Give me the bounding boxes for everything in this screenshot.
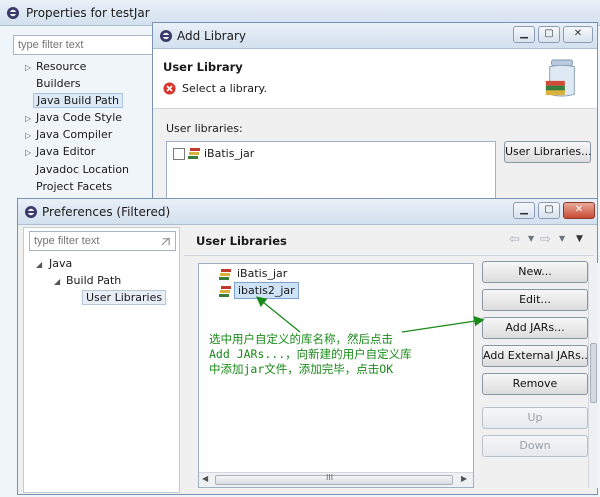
annotation-line-2: Add JARs...，向新建的用户自定义库: [209, 347, 412, 361]
collapse-triangle-icon[interactable]: ◢: [54, 277, 60, 286]
collapse-triangle-icon[interactable]: ◢: [36, 260, 42, 269]
down-button[interactable]: Down: [482, 435, 588, 457]
maximize-button[interactable]: ▢: [538, 202, 560, 219]
library-icon: [219, 269, 231, 280]
expand-triangle-icon[interactable]: ▷: [25, 114, 31, 123]
library-icon: [219, 286, 231, 297]
annotation-line-1: 选中用户自定义的库名称，然后点击: [209, 332, 393, 346]
horizontal-scrollbar[interactable]: ◀ III ▶: [199, 472, 473, 487]
minimize-button[interactable]: ▁: [513, 26, 535, 43]
tree-item-java-compiler[interactable]: Java Compiler: [36, 128, 112, 141]
view-menu-icon[interactable]: ▼: [576, 234, 583, 244]
eclipse-icon: [7, 7, 19, 19]
eclipse-icon: [25, 206, 37, 218]
preferences-left-pane: ◢ Java ◢ Build Path User Libraries: [23, 227, 180, 493]
eclipse-icon: [160, 30, 172, 42]
remove-button[interactable]: Remove: [482, 373, 588, 395]
header-divider: [184, 255, 594, 256]
vertical-scrollbar[interactable]: [588, 263, 598, 488]
user-libraries-label: User libraries:: [166, 122, 243, 135]
status-message: Select a library.: [182, 82, 267, 95]
tree-item-java[interactable]: Java: [49, 257, 72, 270]
close-button[interactable]: ✕: [563, 26, 593, 43]
section-title: User Library: [163, 60, 243, 74]
close-button[interactable]: ✕: [563, 202, 595, 219]
properties-filter-input[interactable]: [13, 35, 163, 55]
vertical-scroll-thumb[interactable]: [590, 343, 597, 403]
tree-item-java-editor[interactable]: Java Editor: [36, 145, 95, 158]
preferences-filter-input[interactable]: [29, 231, 176, 251]
forward-dropdown-icon[interactable]: ▼: [559, 234, 565, 243]
minimize-button[interactable]: ▁: [513, 202, 535, 219]
tree-item-builders[interactable]: Builders: [36, 77, 81, 90]
new-button[interactable]: New...: [482, 261, 588, 283]
back-arrow-icon[interactable]: ⇦: [509, 232, 520, 247]
add-library-dialog: Add Library ▁ ▢ ✕ User Library Select a …: [152, 22, 598, 207]
up-button[interactable]: Up: [482, 407, 588, 429]
properties-tree: ▷ Resource Builders Java Build Path ▷ Ja…: [8, 58, 153, 198]
scroll-left-arrow-icon[interactable]: ◀: [202, 474, 208, 483]
user-libraries-button[interactable]: User Libraries...: [504, 141, 592, 163]
page-title: User Libraries: [196, 234, 287, 248]
properties-title: Properties for testJar: [26, 6, 150, 20]
library-item-label[interactable]: iBatis_jar: [204, 147, 254, 160]
preferences-titlebar[interactable]: Preferences (Filtered) ▁ ▢ ✕: [18, 199, 597, 225]
forward-arrow-icon[interactable]: ⇨: [540, 232, 551, 247]
horizontal-scroll-thumb[interactable]: III: [215, 473, 453, 485]
library-jar-graphic-icon: [545, 59, 575, 97]
annotation-line-3: 中添加jar文件，添加完毕，点击OK: [209, 362, 394, 376]
tree-item-java-build-path[interactable]: Java Build Path: [33, 93, 124, 108]
add-library-titlebar[interactable]: Add Library ▁ ▢ ✕: [153, 23, 597, 49]
maximize-button[interactable]: ▢: [538, 26, 560, 43]
tree-item-build-path[interactable]: Build Path: [66, 274, 121, 287]
preferences-title: Preferences (Filtered): [42, 205, 171, 219]
add-library-title: Add Library: [177, 29, 247, 43]
library-row-ibatis[interactable]: iBatis_jar: [237, 267, 287, 280]
annotation-text: 选中用户自定义的库名称，然后点击 Add JARs...，向新建的用户自定义库 …: [209, 332, 412, 377]
add-jars-button[interactable]: Add JARs...: [482, 317, 588, 339]
error-icon: [163, 82, 176, 95]
add-external-jars-button[interactable]: Add External JARs...: [482, 345, 591, 367]
expand-triangle-icon[interactable]: ▷: [25, 63, 31, 72]
edit-button[interactable]: Edit...: [482, 289, 588, 311]
scroll-right-arrow-icon[interactable]: ▶: [461, 474, 467, 483]
scroll-grip: III: [326, 473, 334, 482]
expand-triangle-icon[interactable]: ▷: [25, 131, 31, 140]
library-row-ibatis2-selected[interactable]: ibatis2_jar: [234, 282, 299, 299]
tree-item-user-libraries[interactable]: User Libraries: [82, 290, 167, 305]
back-dropdown-icon[interactable]: ▼: [528, 234, 534, 243]
user-libraries-list[interactable]: iBatis_jar: [166, 141, 496, 206]
tree-item-java-code-style[interactable]: Java Code Style: [36, 111, 122, 124]
tree-item-project-facets[interactable]: Project Facets: [36, 180, 112, 193]
tree-item-javadoc-location[interactable]: Javadoc Location: [36, 163, 129, 176]
tree-item-resource[interactable]: Resource: [36, 60, 86, 73]
clear-filter-icon[interactable]: [160, 236, 171, 247]
expand-triangle-icon[interactable]: ▷: [25, 148, 31, 157]
library-icon: [188, 148, 200, 159]
add-library-header-area: User Library Select a library.: [153, 49, 597, 109]
library-checkbox[interactable]: [173, 148, 185, 160]
